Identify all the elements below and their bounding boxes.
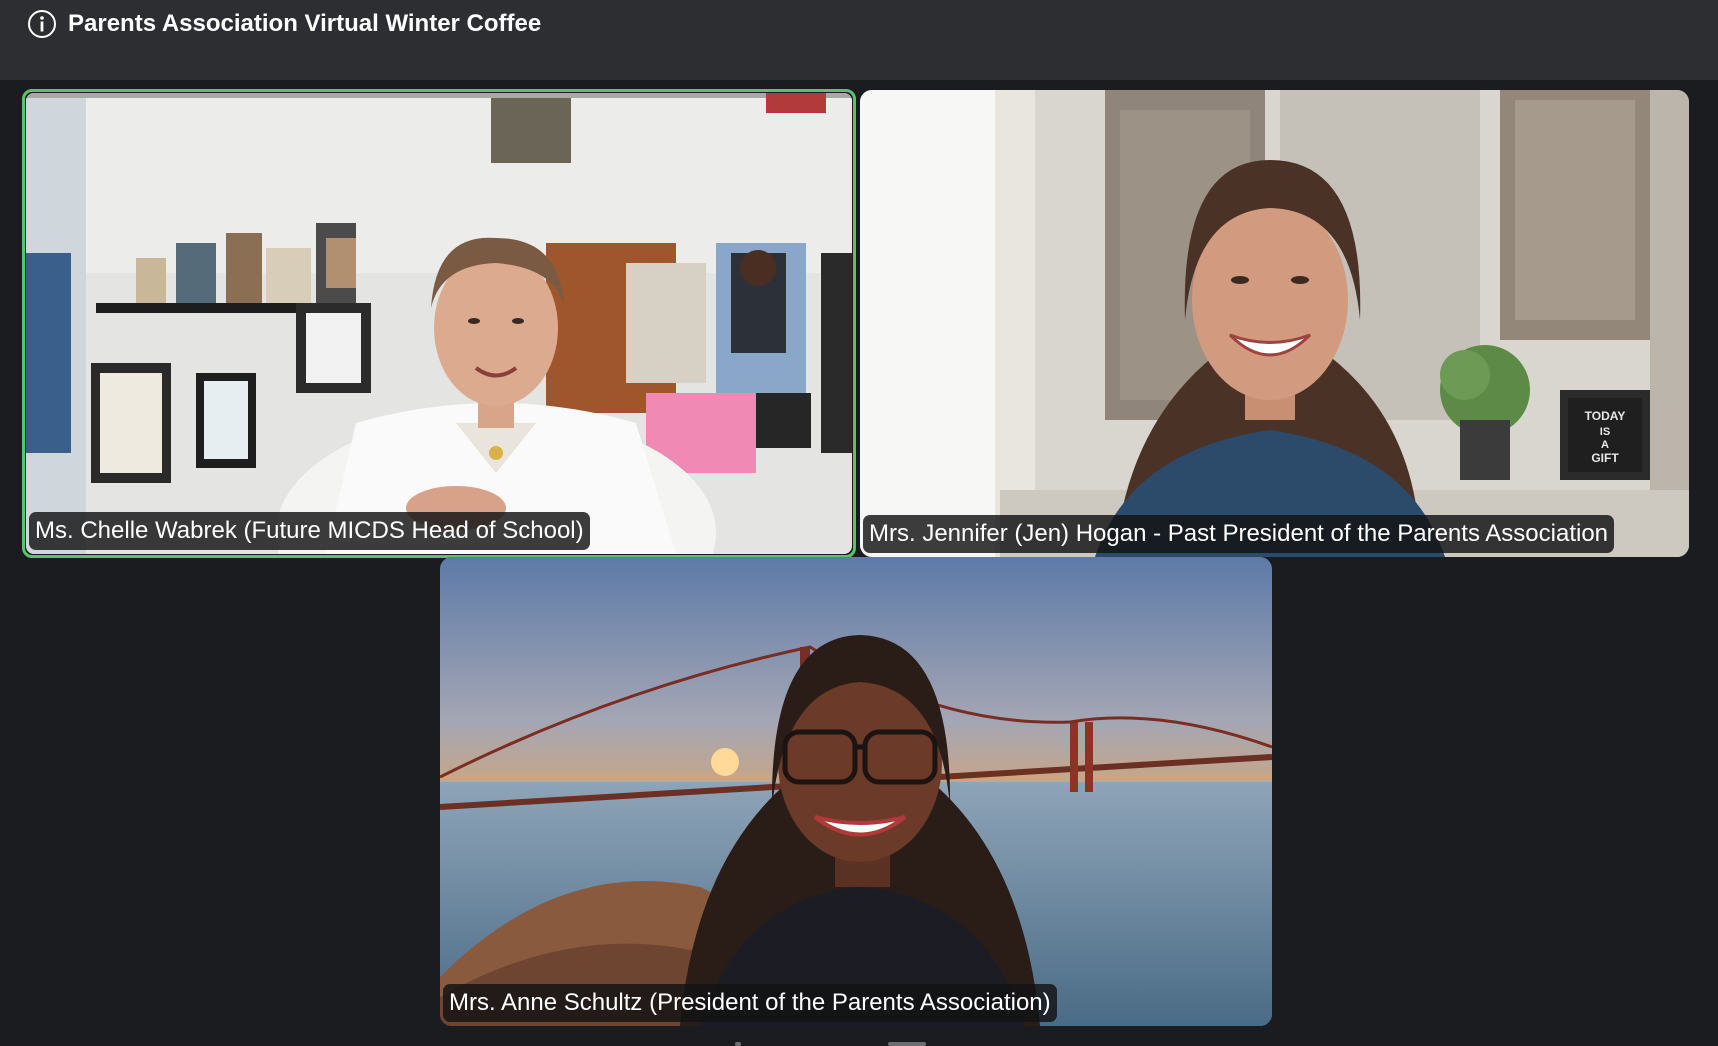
svg-text:IS: IS — [1600, 426, 1610, 438]
svg-text:A: A — [1601, 439, 1609, 451]
participant-video — [26, 93, 852, 554]
participant-name-tag: Ms. Chelle Wabrek (Future MICDS Head of … — [29, 512, 590, 550]
video-tile-jennifer-hogan[interactable]: TODAY IS A GIFT Mrs. Jennifer (Jen) Hoga… — [860, 90, 1689, 557]
participant-video — [440, 557, 1272, 1026]
meeting-title: Parents Association Virtual Winter Coffe… — [68, 10, 542, 37]
toolbar-edge — [888, 1042, 926, 1046]
info-icon[interactable] — [27, 9, 57, 39]
toolbar-edge — [735, 1042, 741, 1046]
svg-text:GIFT: GIFT — [1591, 451, 1619, 465]
participant-video: TODAY IS A GIFT — [860, 90, 1689, 557]
participant-name-tag: Mrs. Jennifer (Jen) Hogan - Past Preside… — [863, 515, 1615, 553]
participant-name-tag: Mrs. Anne Schultz (President of the Pare… — [443, 984, 1057, 1022]
svg-text:TODAY: TODAY — [1585, 409, 1626, 423]
video-tile-chelle-wabrek[interactable]: Ms. Chelle Wabrek (Future MICDS Head of … — [26, 93, 852, 554]
meeting-titlebar: Parents Association Virtual Winter Coffe… — [0, 0, 1718, 80]
video-tile-anne-schultz[interactable]: Mrs. Anne Schultz (President of the Pare… — [440, 557, 1272, 1026]
